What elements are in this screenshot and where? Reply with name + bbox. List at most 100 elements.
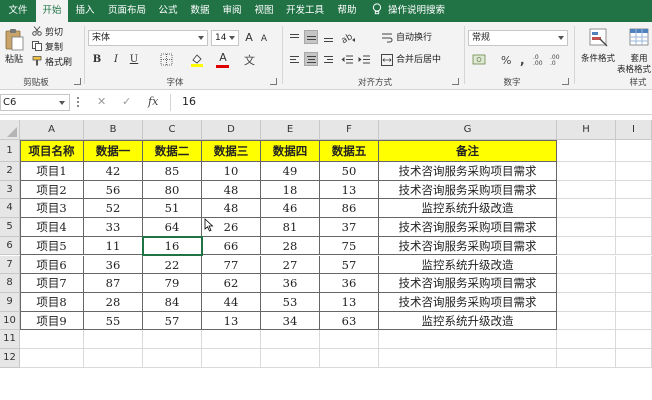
cell-b5[interactable]: 33: [84, 218, 143, 237]
cell-a12[interactable]: [20, 349, 84, 368]
row-header-9[interactable]: 9: [0, 292, 20, 312]
cell-g3[interactable]: 技术咨询服务采购项目需求: [379, 180, 557, 200]
cell-e7[interactable]: 27: [261, 255, 320, 275]
cell-c5[interactable]: 64: [143, 218, 202, 237]
cell-b7[interactable]: 36: [84, 255, 143, 275]
cell-h8[interactable]: [557, 274, 616, 293]
font-size-combo[interactable]: 14: [211, 30, 239, 46]
row-header-5[interactable]: 5: [0, 218, 20, 237]
cell-e3[interactable]: 18: [261, 180, 320, 200]
cell-h6[interactable]: [557, 236, 616, 256]
cell-h4[interactable]: [557, 199, 616, 219]
tab-review[interactable]: 审阅: [218, 0, 246, 22]
conditional-formatting-button[interactable]: 条件格式: [578, 52, 618, 64]
cell-i12[interactable]: [616, 349, 652, 368]
cell-c8[interactable]: 79: [143, 274, 202, 293]
increase-decimal-icon[interactable]: .0.00: [533, 53, 548, 66]
cell-a8[interactable]: 项目7: [20, 274, 84, 293]
align-top-icon[interactable]: [287, 30, 301, 44]
cell-h1[interactable]: [557, 140, 616, 162]
cell-a5[interactable]: 项目4: [20, 218, 84, 237]
column-header-i[interactable]: I: [616, 120, 652, 140]
cell-i7[interactable]: [616, 255, 652, 275]
cell-c9[interactable]: 84: [143, 292, 202, 312]
font-launcher-icon[interactable]: [270, 78, 277, 85]
cell-f12[interactable]: [320, 349, 379, 368]
cell-h7[interactable]: [557, 255, 616, 275]
formula-input[interactable]: 16: [182, 95, 196, 108]
row-header-6[interactable]: 6: [0, 236, 20, 256]
cell-a9[interactable]: 项目8: [20, 292, 84, 312]
cell-b11[interactable]: [84, 330, 143, 349]
cell-e6[interactable]: 28: [261, 236, 320, 256]
cell-b10[interactable]: 55: [84, 311, 143, 331]
row-header-10[interactable]: 10: [0, 311, 20, 331]
tell-me-search[interactable]: 操作说明搜索: [372, 0, 445, 22]
row-header-8[interactable]: 8: [0, 274, 20, 293]
paste-icon[interactable]: [5, 28, 25, 52]
merge-center-button[interactable]: 合并后居中: [396, 52, 441, 68]
column-header-b[interactable]: B: [84, 120, 143, 140]
cell-d11[interactable]: [202, 330, 261, 349]
cell-h9[interactable]: [557, 292, 616, 312]
align-middle-icon[interactable]: [304, 30, 318, 44]
cell-d9[interactable]: 44: [202, 292, 261, 312]
align-right-icon[interactable]: [321, 52, 335, 66]
cell-c12[interactable]: [143, 349, 202, 368]
cell-d10[interactable]: 13: [202, 311, 261, 331]
cell-c2[interactable]: 85: [143, 162, 202, 181]
cell-g10[interactable]: 监控系统升级改造: [379, 311, 557, 331]
cell-f2[interactable]: 50: [320, 162, 379, 181]
cell-i4[interactable]: [616, 199, 652, 219]
bold-button[interactable]: B: [91, 52, 103, 68]
cell-f10[interactable]: 63: [320, 311, 379, 331]
cell-c6[interactable]: 16: [143, 236, 202, 256]
shrink-font-button[interactable]: A: [258, 31, 270, 47]
cell-i3[interactable]: [616, 180, 652, 200]
cell-a3[interactable]: 项目2: [20, 180, 84, 200]
cell-e5[interactable]: 81: [261, 218, 320, 237]
cell-a7[interactable]: 项目6: [20, 255, 84, 275]
phonetic-icon[interactable]: 文: [243, 53, 256, 66]
cell-i9[interactable]: [616, 292, 652, 312]
cell-a1[interactable]: 项目名称: [20, 140, 84, 162]
number-format-combo[interactable]: 常规: [468, 30, 568, 46]
format-as-table-icon[interactable]: [628, 27, 650, 49]
clipboard-launcher-icon[interactable]: [74, 78, 81, 85]
cell-d4[interactable]: 48: [202, 199, 261, 219]
cell-d12[interactable]: [202, 349, 261, 368]
merge-center-icon[interactable]: [381, 54, 393, 66]
cell-b8[interactable]: 87: [84, 274, 143, 293]
cell-i6[interactable]: [616, 236, 652, 256]
row-header-4[interactable]: 4: [0, 199, 20, 219]
column-header-a[interactable]: A: [20, 120, 84, 140]
cell-f9[interactable]: 13: [320, 292, 379, 312]
cell-b3[interactable]: 56: [84, 180, 143, 200]
tab-page-layout[interactable]: 页面布局: [104, 0, 150, 22]
cell-f5[interactable]: 37: [320, 218, 379, 237]
cell-h10[interactable]: [557, 311, 616, 331]
tab-help[interactable]: 帮助: [332, 0, 362, 22]
align-center-icon[interactable]: [304, 52, 318, 66]
cell-f7[interactable]: 57: [320, 255, 379, 275]
italic-button[interactable]: I: [110, 52, 122, 68]
cell-e9[interactable]: 53: [261, 292, 320, 312]
cell-c7[interactable]: 22: [143, 255, 202, 275]
name-box[interactable]: C6: [0, 94, 70, 111]
cell-h11[interactable]: [557, 330, 616, 349]
tab-home[interactable]: 开始: [36, 0, 68, 22]
cell-g7[interactable]: 监控系统升级改造: [379, 255, 557, 275]
select-all-button[interactable]: [0, 120, 20, 140]
cell-e11[interactable]: [261, 330, 320, 349]
cell-e12[interactable]: [261, 349, 320, 368]
cell-e4[interactable]: 46: [261, 199, 320, 219]
column-header-h[interactable]: H: [557, 120, 616, 140]
cell-d7[interactable]: 77: [202, 255, 261, 275]
cell-d6[interactable]: 66: [202, 236, 261, 256]
paste-button[interactable]: 粘贴: [5, 52, 23, 65]
cell-e10[interactable]: 34: [261, 311, 320, 331]
cell-h12[interactable]: [557, 349, 616, 368]
tab-formulas[interactable]: 公式: [154, 0, 182, 22]
tab-view[interactable]: 视图: [250, 0, 278, 22]
orientation-icon[interactable]: ab: [341, 31, 357, 44]
